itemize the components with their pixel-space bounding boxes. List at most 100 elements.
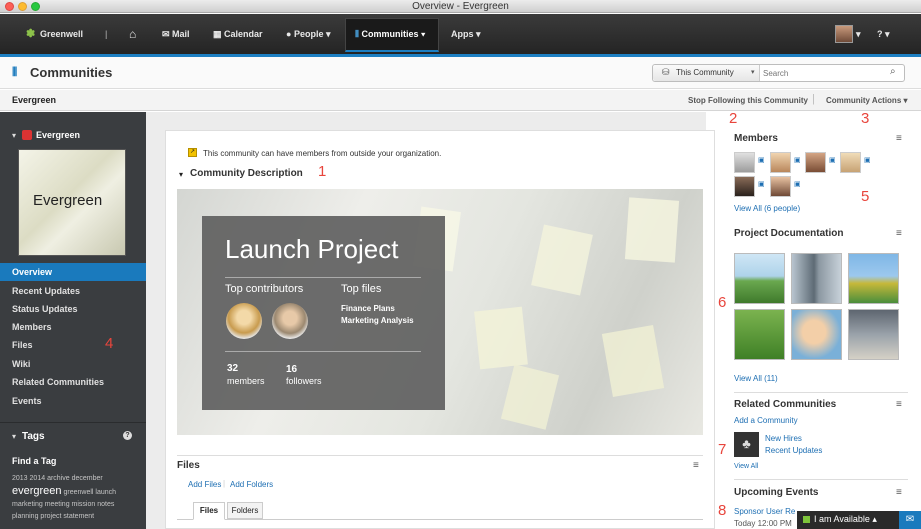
description-chevron-icon[interactable]: ▾ xyxy=(179,170,183,179)
community-logo: Evergreen xyxy=(18,149,126,256)
sidebar-item-members[interactable]: Members xyxy=(0,318,146,336)
sidebar-item-overview[interactable]: Overview xyxy=(0,263,146,281)
events-menu-icon[interactable]: ≡ xyxy=(896,487,902,498)
community-actions-menu[interactable]: Community Actions ▾ xyxy=(826,96,908,105)
nav-apps[interactable]: Apps ▾ xyxy=(451,14,481,54)
zoom-window-button[interactable] xyxy=(31,2,40,11)
member-avatar[interactable] xyxy=(770,176,791,197)
description-header[interactable]: Community Description xyxy=(190,168,303,179)
member-avatar[interactable] xyxy=(734,152,755,173)
sidebar-item-wiki[interactable]: Wiki xyxy=(0,355,146,373)
tag[interactable]: planning xyxy=(12,513,38,520)
related-header: Related Communities xyxy=(734,399,837,410)
vcard-icon[interactable]: ▣ xyxy=(758,180,765,188)
tag[interactable]: marketing xyxy=(12,501,43,508)
help-menu[interactable]: ? ▾ xyxy=(877,14,890,54)
member-avatar[interactable] xyxy=(840,152,861,173)
user-avatar[interactable] xyxy=(835,25,853,43)
top-file-link[interactable]: Finance Plans xyxy=(341,304,395,313)
photo-thumbnail[interactable] xyxy=(848,309,899,360)
nav-communities[interactable]: ⦀ Communities ▾ xyxy=(355,14,425,54)
tags-collapse-chevron-icon[interactable]: ▾ xyxy=(12,432,16,441)
close-window-button[interactable] xyxy=(5,2,14,11)
member-avatar[interactable] xyxy=(805,152,826,173)
photo-thumbnail[interactable] xyxy=(734,253,785,304)
photo-thumbnail[interactable] xyxy=(791,309,842,360)
nav-mail[interactable]: ✉ Mail xyxy=(162,14,190,54)
tab-files[interactable]: Files xyxy=(193,502,225,520)
photo-thumbnail[interactable] xyxy=(734,309,785,360)
find-tag-link[interactable]: Find a Tag xyxy=(12,456,56,466)
member-avatar[interactable] xyxy=(734,176,755,197)
search-input[interactable] xyxy=(763,67,883,79)
sidebar-item-related-communities[interactable]: Related Communities xyxy=(0,373,146,391)
vcard-icon[interactable]: ▣ xyxy=(794,156,801,164)
files-menu-icon[interactable]: ≡ xyxy=(693,460,699,471)
add-community-link[interactable]: Add a Community xyxy=(734,416,798,425)
sidebar-item-recent-updates[interactable]: Recent Updates xyxy=(0,282,146,300)
related-updates-link[interactable]: Recent Updates xyxy=(765,446,822,455)
external-warning-icon: ↗ xyxy=(188,148,197,157)
stop-following-button[interactable]: Stop Following this Community xyxy=(688,96,808,105)
nav-people[interactable]: ● People ▾ xyxy=(286,14,330,54)
docs-menu-icon[interactable]: ≡ xyxy=(896,228,902,239)
vcard-icon[interactable]: ▣ xyxy=(794,180,801,188)
community-title-bar: ⦀ Communities ⛁ This Community ▾ ⌕ xyxy=(0,57,921,89)
add-folders-link[interactable]: Add Folders xyxy=(230,480,273,489)
tag[interactable]: meeting xyxy=(45,501,70,508)
tag[interactable]: archive xyxy=(47,475,70,482)
tag[interactable]: greenwell xyxy=(64,489,94,496)
window-title: Overview - Evergreen xyxy=(412,1,509,12)
top-file-link[interactable]: Marketing Analysis xyxy=(341,316,414,325)
vcard-icon[interactable]: ▣ xyxy=(758,156,765,164)
view-all-members-link[interactable]: View All (6 people) xyxy=(734,204,800,213)
view-all-docs-link[interactable]: View All (11) xyxy=(734,374,778,383)
contributor-avatar[interactable] xyxy=(272,303,308,339)
chat-icon[interactable]: ✉ xyxy=(899,511,921,529)
tab-folders[interactable]: Folders xyxy=(227,502,263,519)
tree-icon[interactable]: ♣ xyxy=(734,432,759,457)
member-avatar[interactable] xyxy=(770,152,791,173)
search-icon[interactable]: ⌕ xyxy=(890,66,896,77)
members-menu-icon[interactable]: ≡ xyxy=(896,133,902,144)
help-icon[interactable]: ? xyxy=(123,431,132,440)
nav-calendar[interactable]: ▦ Calendar xyxy=(213,14,263,54)
contributor-avatar[interactable] xyxy=(226,303,262,339)
database-icon: ⛁ xyxy=(662,67,670,77)
view-all-related-link[interactable]: View All xyxy=(734,463,758,470)
sidebar-item-status-updates[interactable]: Status Updates xyxy=(0,300,146,318)
community-banner: Launch Project Top contributors Top file… xyxy=(177,189,703,435)
tag[interactable]: mission xyxy=(72,501,96,508)
photo-thumbnail[interactable] xyxy=(848,253,899,304)
sidebar-item-events[interactable]: Events xyxy=(0,392,146,410)
vcard-icon[interactable]: ▣ xyxy=(864,156,871,164)
chat-status[interactable]: I am Available ▴ xyxy=(814,514,877,525)
tag[interactable]: statement xyxy=(63,513,94,520)
vcard-icon[interactable]: ▣ xyxy=(829,156,836,164)
tag[interactable]: december xyxy=(72,475,103,482)
tag[interactable]: notes xyxy=(97,501,114,508)
related-community-link[interactable]: New Hires xyxy=(765,434,802,443)
lock-icon xyxy=(22,130,32,140)
add-files-link[interactable]: Add Files xyxy=(188,480,221,489)
home-icon[interactable]: ⌂ xyxy=(129,14,136,54)
tag[interactable]: project xyxy=(40,513,61,520)
minimize-window-button[interactable] xyxy=(18,2,27,11)
breadcrumb[interactable]: Evergreen xyxy=(12,95,56,105)
sidebar-item-files[interactable]: Files xyxy=(0,336,146,354)
chat-bar[interactable]: I am Available ▴ ✉ xyxy=(797,511,921,529)
event-link[interactable]: Sponsor User Re xyxy=(734,507,795,516)
brand-logo[interactable]: Greenwell xyxy=(40,14,83,54)
tag[interactable]: launch xyxy=(95,489,116,496)
photo-thumbnail[interactable] xyxy=(791,253,842,304)
tag[interactable]: 2014 xyxy=(30,475,46,482)
avatar-menu-chevron-icon[interactable]: ▾ xyxy=(856,14,861,54)
search-scope-select[interactable]: ⛁ This Community ▾ xyxy=(653,65,760,81)
sticky-note-decoration xyxy=(531,224,593,296)
action-divider: | xyxy=(812,93,815,105)
related-menu-icon[interactable]: ≡ xyxy=(896,399,902,410)
nav-divider: | xyxy=(105,29,108,39)
collapse-chevron-icon[interactable]: ▾ xyxy=(12,131,16,140)
tag[interactable]: evergreen xyxy=(12,485,62,497)
tag[interactable]: 2013 xyxy=(12,475,28,482)
